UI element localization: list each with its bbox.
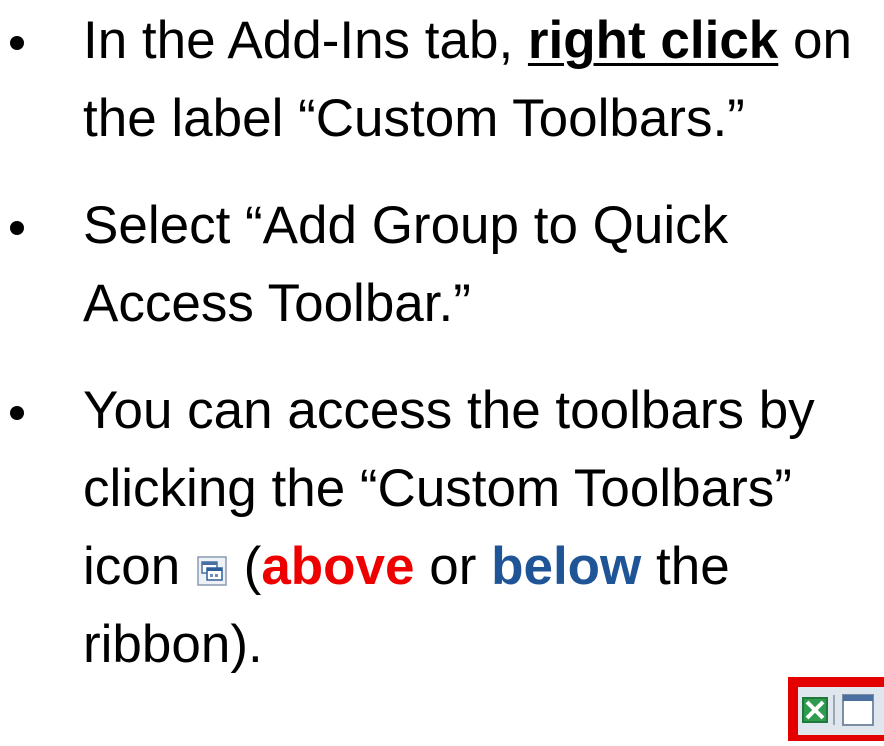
bullet-1-before: In the Add-Ins tab, bbox=[83, 11, 528, 70]
bullet-item-add-group: Select “Add Group to Quick Access Toolba… bbox=[0, 187, 884, 343]
bullet-dot bbox=[10, 36, 24, 50]
bullet-3-part-3: or bbox=[414, 537, 492, 596]
bullet-dot bbox=[10, 221, 24, 235]
excel-quick-access-toolbar-icon bbox=[788, 677, 884, 741]
bullet-3-part-2: ( bbox=[228, 537, 262, 596]
custom-toolbars-icon bbox=[197, 530, 227, 586]
below-label: below bbox=[491, 537, 642, 596]
bullet-2-text: Select “Add Group to Quick Access Toolba… bbox=[83, 196, 729, 333]
bullet-1-emphasis: right click bbox=[527, 11, 779, 70]
bullet-item-right-click: In the Add-Ins tab, right click on the l… bbox=[0, 2, 884, 158]
above-label: above bbox=[261, 537, 415, 596]
bullet-dot bbox=[10, 406, 24, 420]
slide: In the Add-Ins tab, right click on the l… bbox=[0, 0, 884, 741]
bullet-item-access-toolbars: You can access the toolbars by clicking … bbox=[0, 372, 884, 684]
bullet-list: In the Add-Ins tab, right click on the l… bbox=[0, 2, 884, 684]
quick-access-toolbar-thumbnail bbox=[788, 677, 884, 741]
